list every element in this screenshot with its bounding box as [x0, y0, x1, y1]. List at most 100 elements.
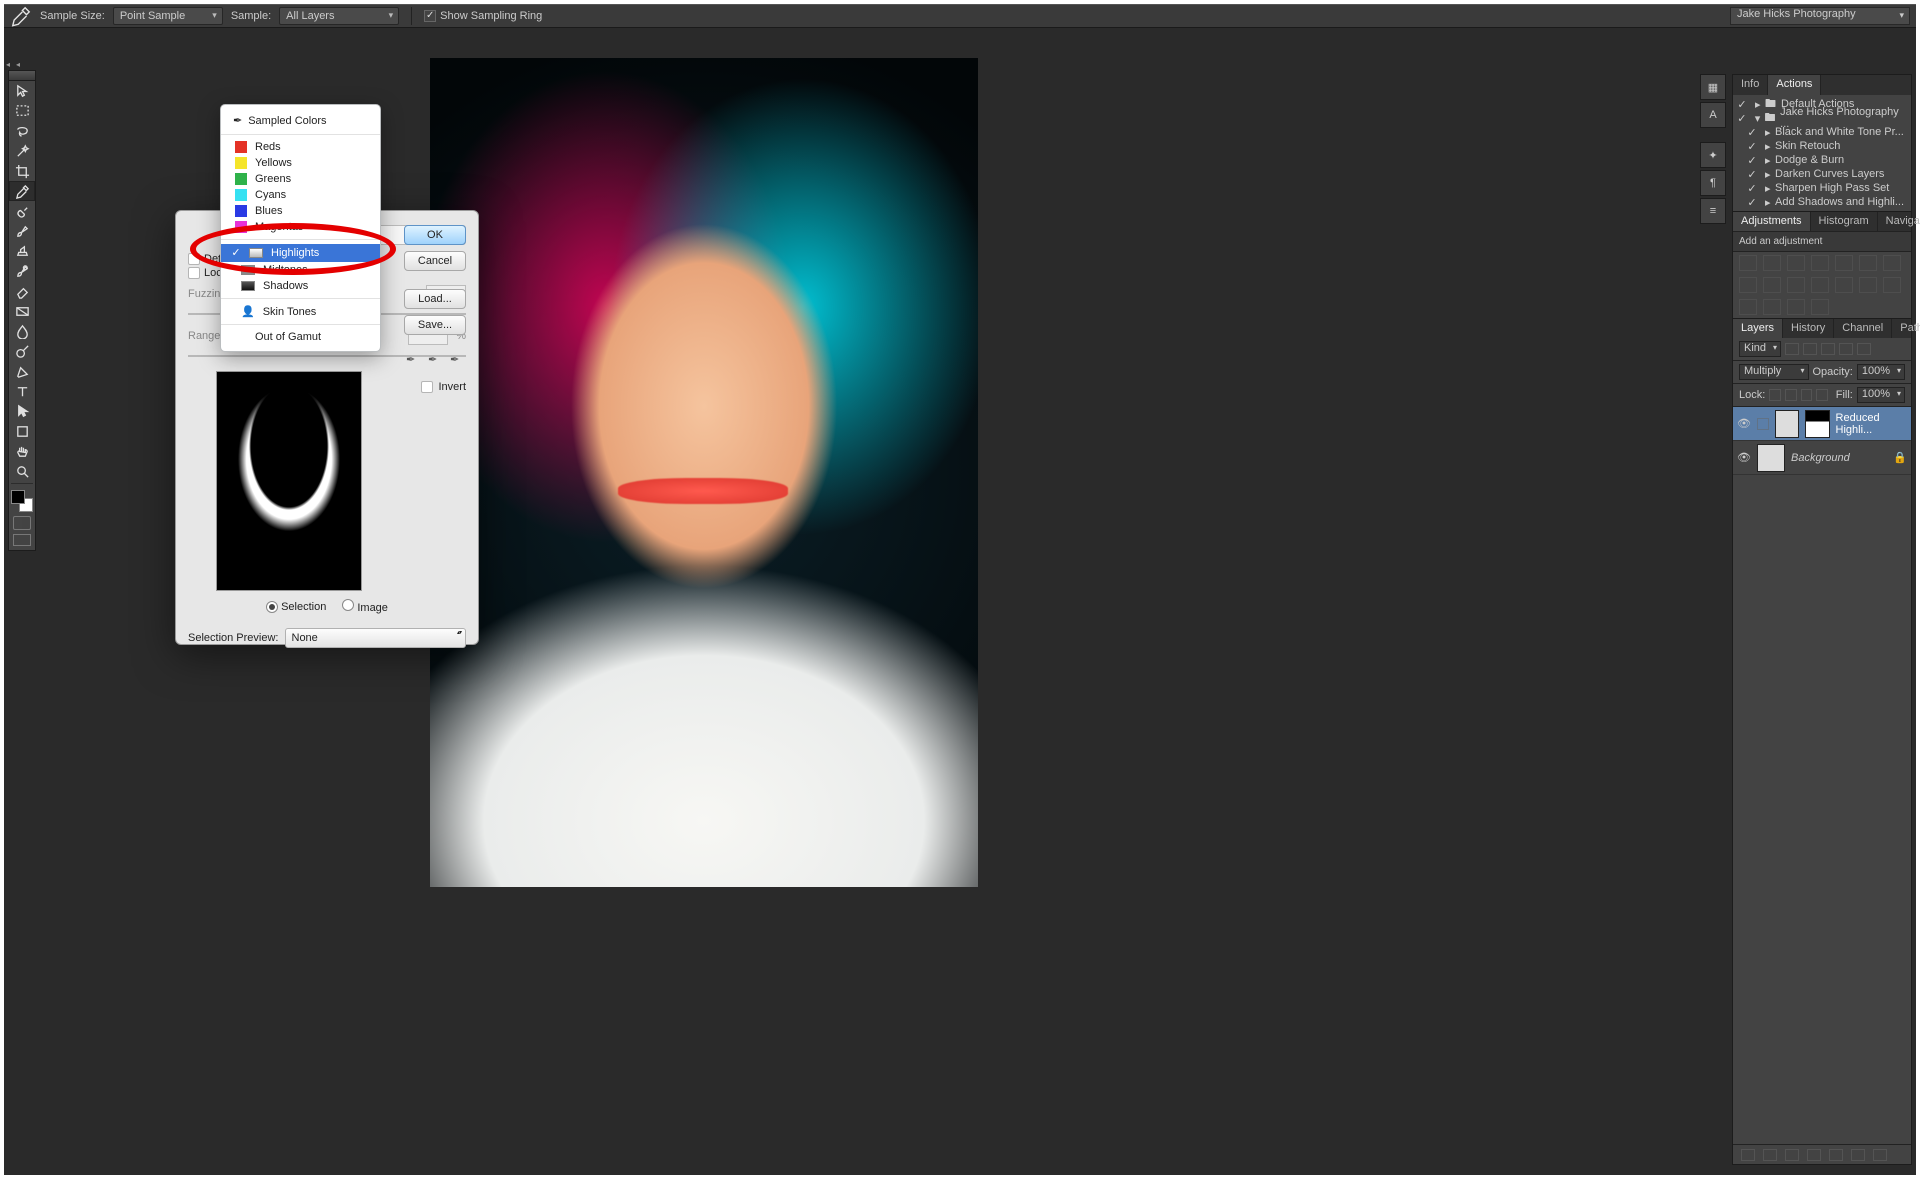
menu-item-greens[interactable]: Greens — [221, 171, 380, 187]
fx-icon[interactable] — [1763, 1149, 1777, 1161]
tools-collapse-icon[interactable]: ◂◂ — [6, 60, 24, 68]
action-item[interactable]: ✓▸Add Shadows and Highli... — [1733, 195, 1911, 209]
adjustment-icon[interactable] — [1763, 277, 1781, 293]
adjustment-icon[interactable] — [1859, 277, 1877, 293]
layer-row[interactable]: 👁 Background 🔒 — [1733, 441, 1911, 475]
mask-icon[interactable] — [1785, 1149, 1799, 1161]
levels-adjustment-icon[interactable] — [1757, 418, 1769, 430]
layer-name[interactable]: Background — [1791, 452, 1850, 464]
visibility-icon[interactable]: 👁 — [1737, 417, 1751, 430]
adjustment-icon[interactable] — [1835, 255, 1853, 271]
foreground-background-swatch[interactable] — [11, 490, 33, 512]
adjustment-icon[interactable] — [1787, 255, 1805, 271]
layer-row[interactable]: 👁 Reduced Highli... — [1733, 407, 1911, 441]
eyedropper-icon[interactable]: ✒ — [406, 353, 422, 369]
menu-item-yellows[interactable]: Yellows — [221, 155, 380, 171]
dodge-tool-icon[interactable] — [9, 341, 35, 361]
action-set[interactable]: ✓▾🖿Jake Hicks Photography ... — [1733, 111, 1911, 125]
layer-mask-thumb[interactable] — [1805, 410, 1829, 438]
path-selection-tool-icon[interactable] — [9, 401, 35, 421]
menu-item-highlights[interactable]: ✓Highlights — [221, 244, 380, 262]
move-tool-icon[interactable] — [9, 81, 35, 101]
group-icon[interactable] — [1829, 1149, 1843, 1161]
marquee-tool-icon[interactable] — [9, 101, 35, 121]
tab-channels[interactable]: Channel — [1834, 319, 1892, 338]
lock-icon[interactable] — [1801, 389, 1813, 401]
opacity-field[interactable]: 100% — [1857, 364, 1905, 380]
action-item[interactable]: ✓▸Black and White Tone Pr... — [1733, 125, 1911, 139]
magic-wand-tool-icon[interactable] — [9, 141, 35, 161]
zoom-tool-icon[interactable] — [9, 461, 35, 481]
lasso-tool-icon[interactable] — [9, 121, 35, 141]
cancel-button[interactable]: Cancel — [404, 251, 466, 271]
tab-history[interactable]: History — [1783, 319, 1834, 338]
gradient-tool-icon[interactable] — [9, 301, 35, 321]
tab-navigator[interactable]: Navigato — [1878, 212, 1920, 231]
clone-stamp-tool-icon[interactable] — [9, 241, 35, 261]
save-button[interactable]: Save... — [404, 315, 466, 335]
invert-checkbox[interactable]: Invert — [421, 381, 466, 393]
adjustment-icon[interactable] — [1739, 277, 1757, 293]
layer-name[interactable]: Reduced Highli... — [1836, 412, 1907, 436]
tab-adjustments[interactable]: Adjustments — [1733, 212, 1811, 231]
show-sampling-ring-checkbox[interactable]: Show Sampling Ring — [424, 10, 542, 22]
selection-preview-dropdown[interactable]: None — [285, 628, 467, 648]
tab-layers[interactable]: Layers — [1733, 319, 1783, 338]
layer-filter-kind[interactable]: Kind — [1739, 341, 1781, 357]
sample-size-dropdown[interactable]: Point Sample — [113, 7, 223, 25]
pen-tool-icon[interactable] — [9, 361, 35, 381]
visibility-icon[interactable]: 👁 — [1737, 451, 1751, 464]
new-layer-icon[interactable] — [1851, 1149, 1865, 1161]
dock-icon[interactable]: A — [1700, 102, 1726, 128]
crop-tool-icon[interactable] — [9, 161, 35, 181]
adjustment-icon[interactable] — [1787, 277, 1805, 293]
workspace-switcher[interactable]: Jake Hicks Photography — [1730, 7, 1910, 25]
ok-button[interactable]: OK — [404, 225, 466, 245]
quick-mask-icon[interactable] — [13, 516, 31, 530]
menu-item-skin-tones[interactable]: 👤Skin Tones — [221, 303, 380, 320]
trash-icon[interactable] — [1873, 1149, 1887, 1161]
action-item[interactable]: ✓▸Dodge & Burn — [1733, 153, 1911, 167]
document-canvas[interactable] — [430, 58, 978, 887]
action-item[interactable]: ✓▸Sharpen High Pass Set — [1733, 181, 1911, 195]
adjustment-icon[interactable] — [1739, 255, 1757, 271]
lock-icon[interactable] — [1785, 389, 1797, 401]
type-tool-icon[interactable] — [9, 381, 35, 401]
action-item[interactable]: ✓▸Skin Retouch — [1733, 139, 1911, 153]
healing-brush-tool-icon[interactable] — [9, 201, 35, 221]
eraser-tool-icon[interactable] — [9, 281, 35, 301]
adjustment-icon[interactable] — [1787, 299, 1805, 315]
filter-icon[interactable] — [1785, 343, 1799, 355]
adjustment-icon[interactable] — [1883, 277, 1901, 293]
brush-tool-icon[interactable] — [9, 221, 35, 241]
eyedropper-plus-icon[interactable]: ✒ — [428, 353, 444, 369]
link-layers-icon[interactable] — [1741, 1149, 1755, 1161]
layer-thumb[interactable] — [1775, 410, 1799, 438]
menu-item-shadows[interactable]: Shadows — [221, 278, 380, 294]
tab-info[interactable]: Info — [1733, 75, 1768, 95]
dock-icon[interactable]: ✦ — [1700, 142, 1726, 168]
dock-icon[interactable]: ▦ — [1700, 74, 1726, 100]
menu-item-blues[interactable]: Blues — [221, 203, 380, 219]
load-button[interactable]: Load... — [404, 289, 466, 309]
menu-item-midtones[interactable]: Midtones — [221, 262, 380, 278]
tab-paths[interactable]: Paths — [1892, 319, 1920, 338]
filter-icon[interactable] — [1839, 343, 1853, 355]
screen-mode-icon[interactable] — [13, 534, 31, 546]
adjustment-icon[interactable] — [1739, 299, 1757, 315]
tab-histogram[interactable]: Histogram — [1811, 212, 1878, 231]
menu-item-reds[interactable]: Reds — [221, 139, 380, 155]
selection-radio[interactable]: Selection — [266, 601, 326, 613]
sample-layers-dropdown[interactable]: All Layers — [279, 7, 399, 25]
eyedropper-tool-icon[interactable] — [10, 5, 32, 27]
adjustment-icon[interactable] — [1835, 277, 1853, 293]
adjustment-icon[interactable] — [1763, 299, 1781, 315]
blur-tool-icon[interactable] — [9, 321, 35, 341]
blend-mode-dropdown[interactable]: Multiply — [1739, 364, 1809, 380]
menu-item-cyans[interactable]: Cyans — [221, 187, 380, 203]
adjustment-icon[interactable] — [1883, 255, 1901, 271]
hand-tool-icon[interactable] — [9, 441, 35, 461]
adjustment-icon[interactable] — [1811, 255, 1829, 271]
filter-icon[interactable] — [1857, 343, 1871, 355]
dock-icon[interactable]: ≡ — [1700, 198, 1726, 224]
